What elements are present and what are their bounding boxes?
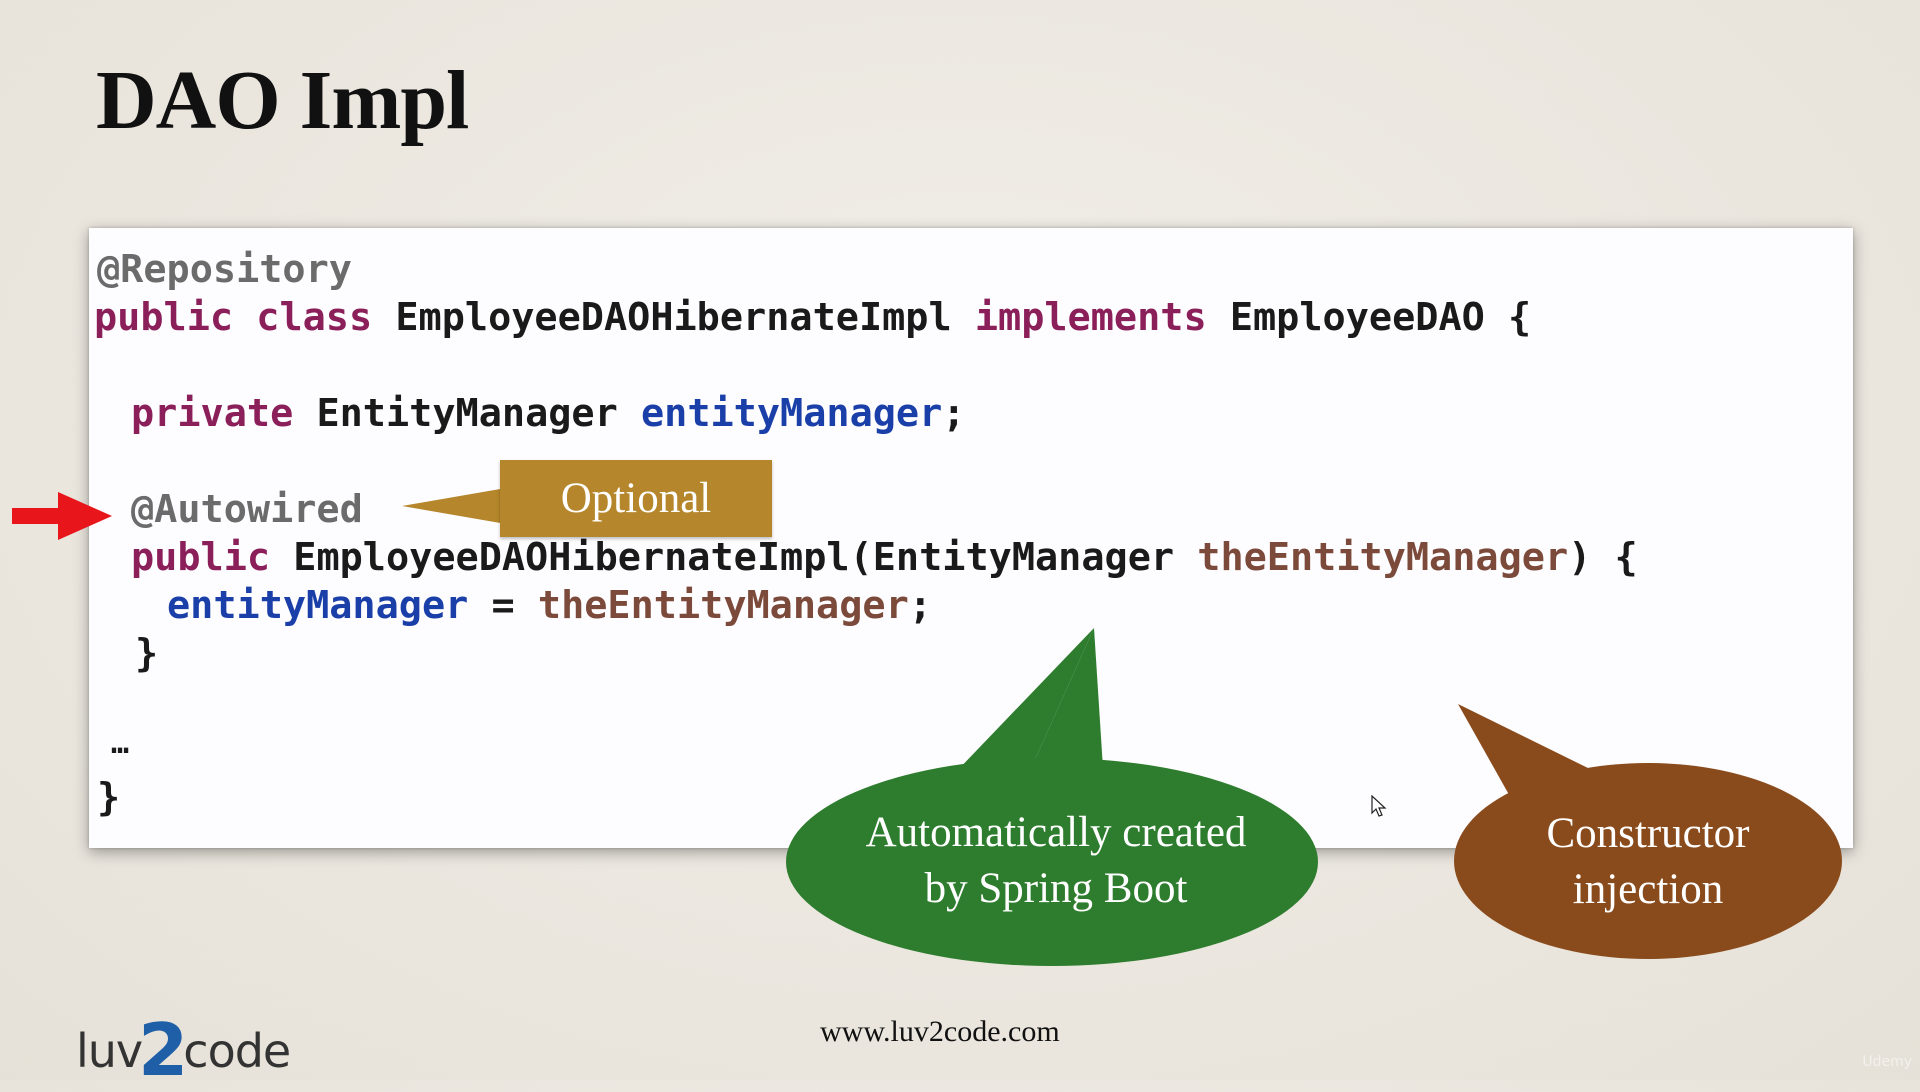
close-brace: } xyxy=(97,775,121,820)
interface-name: EmployeeDAO xyxy=(1229,295,1485,340)
constructor-injection-line1: Constructor xyxy=(1546,810,1750,857)
constructor-injection-line2: injection xyxy=(1572,866,1724,913)
constructor-signature: EmployeeDAOHibernateImpl(EntityManager xyxy=(293,535,1175,580)
assign-field: entityManager xyxy=(167,583,469,628)
code-line-close-constructor: } xyxy=(135,630,158,678)
keyword-class: class xyxy=(256,295,373,340)
semicolon: ; xyxy=(908,583,932,628)
logo-text-two: 2 xyxy=(138,1008,188,1092)
code-line-assignment: entityManager = theEntityManager; xyxy=(167,582,932,630)
assign-param: theEntityManager xyxy=(537,583,909,628)
keyword-public: public xyxy=(131,535,271,580)
code-line-ellipsis: … xyxy=(111,720,129,768)
code-line-class-declaration: public class EmployeeDAOHibernateImpl im… xyxy=(94,294,1531,342)
constructor-param: theEntityManager xyxy=(1197,535,1569,580)
code-line-close-class: } xyxy=(97,774,120,822)
slide-title: DAO Impl xyxy=(96,54,469,147)
keyword-public: public xyxy=(94,295,234,340)
optional-callout-text: Optional xyxy=(560,475,712,522)
class-name: EmployeeDAOHibernateImpl xyxy=(395,295,952,340)
auto-created-line1: Automatically created xyxy=(865,809,1247,856)
logo-text-right: code xyxy=(183,1024,291,1078)
repository-annotation: @Repository xyxy=(97,247,352,292)
auto-created-bubble-text: Automatically created by Spring Boot xyxy=(796,805,1316,917)
auto-created-bubble xyxy=(786,628,1318,966)
code-line-field: private EntityManager entityManager; xyxy=(131,390,965,438)
code-line-repository: @Repository xyxy=(97,246,352,294)
logo-text-left: luv xyxy=(76,1024,143,1078)
semicolon: ; xyxy=(942,391,966,436)
udemy-watermark: Udemy xyxy=(1862,1054,1912,1070)
constructor-injection-bubble-text: Constructor injection xyxy=(1452,806,1844,918)
open-brace: { xyxy=(1507,295,1532,340)
field-type: EntityManager xyxy=(316,391,618,436)
keyword-implements: implements xyxy=(974,295,1207,340)
luv2code-logo: luv2code xyxy=(76,1000,291,1092)
footer-url: www.luv2code.com xyxy=(820,1015,1060,1048)
constructor-open: ) { xyxy=(1568,535,1638,580)
mouse-cursor-icon xyxy=(1371,795,1387,817)
auto-created-line2: by Spring Boot xyxy=(924,865,1188,912)
autowired-annotation: @Autowired xyxy=(131,487,363,532)
ellipsis: … xyxy=(111,726,130,761)
code-line-constructor: public EmployeeDAOHibernateImpl(EntityMa… xyxy=(131,534,1638,582)
assign-operator: = xyxy=(491,583,515,628)
code-line-autowired: @Autowired xyxy=(131,486,363,534)
optional-callout-pointer xyxy=(402,488,506,524)
red-arrow-icon xyxy=(12,492,112,540)
close-brace: } xyxy=(135,631,159,676)
optional-callout: Optional xyxy=(500,460,772,537)
keyword-private: private xyxy=(131,391,294,436)
field-name: entityManager xyxy=(640,391,943,436)
